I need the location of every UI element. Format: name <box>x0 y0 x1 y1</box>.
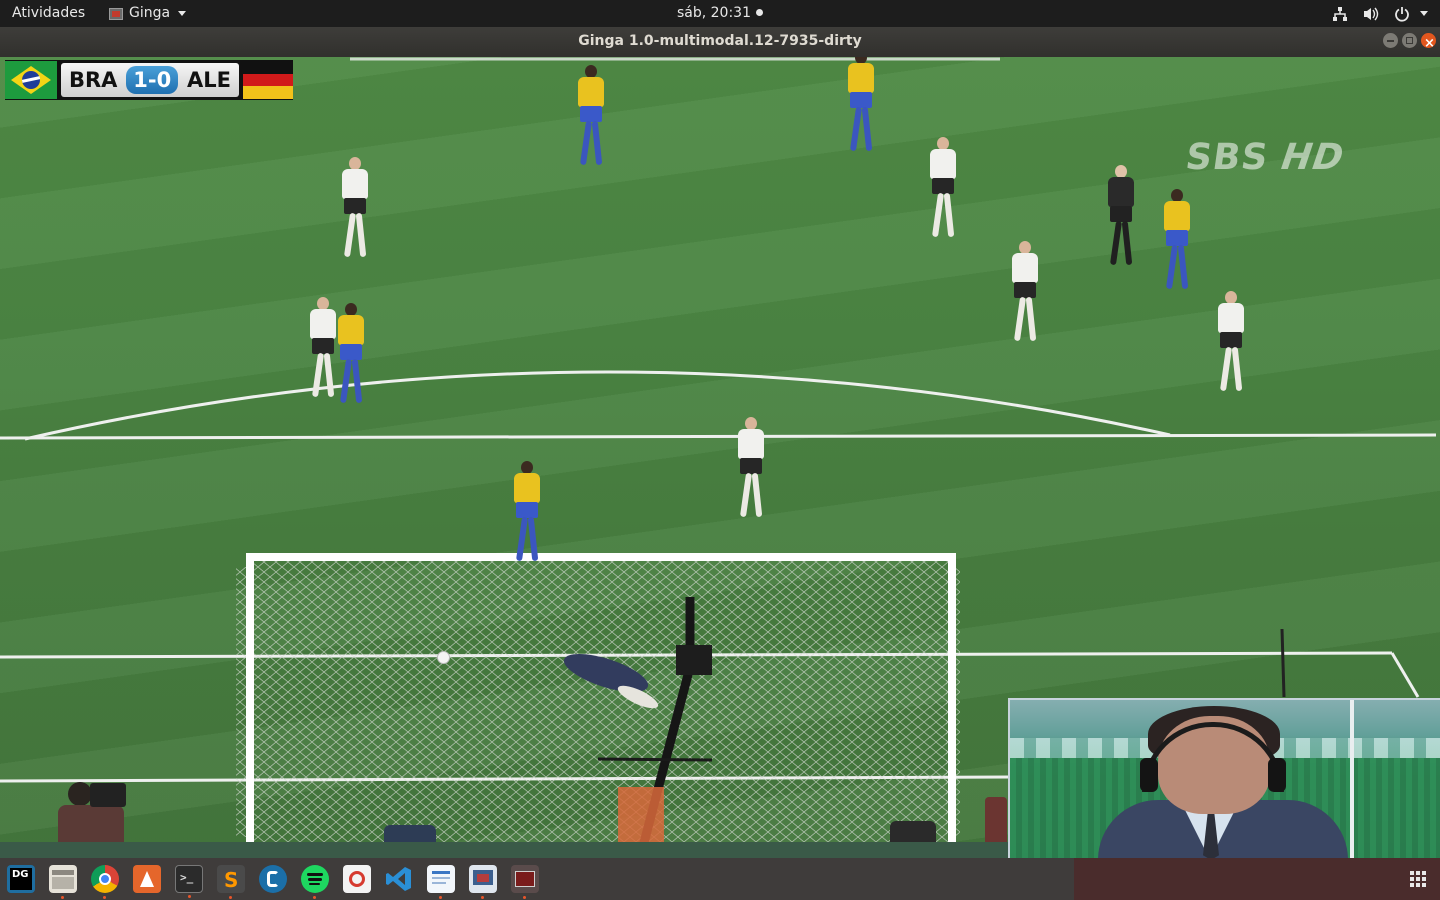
datagrip-icon[interactable]: DG <box>7 865 35 893</box>
home-team: BRA <box>69 68 118 92</box>
player-germany <box>926 137 960 247</box>
dock: DG >_ S <box>0 858 1440 900</box>
ginga-icon[interactable] <box>504 861 544 899</box>
player-germany <box>306 297 340 407</box>
chrome-icon[interactable] <box>91 865 119 899</box>
clock-button[interactable]: sáb, 20:31 <box>677 5 763 21</box>
chevron-down-icon <box>1420 11 1428 16</box>
software-center-icon[interactable] <box>133 865 161 893</box>
pdf-viewer-icon[interactable] <box>343 865 371 893</box>
maximize-button[interactable] <box>1402 33 1417 48</box>
screenshot-icon[interactable] <box>469 865 497 899</box>
spotify-icon[interactable] <box>301 865 329 899</box>
window-controls <box>1383 30 1436 58</box>
network-icon[interactable] <box>1332 6 1348 22</box>
germany-flag-icon <box>243 61 293 100</box>
files-icon[interactable] <box>49 865 77 899</box>
app-menu[interactable]: Ginga <box>109 0 187 27</box>
volume-icon[interactable] <box>1362 6 1380 22</box>
player-germany <box>1008 241 1042 351</box>
match-result: 1-0 <box>126 66 179 94</box>
terminal-icon[interactable]: >_ <box>175 865 203 898</box>
player-germany <box>338 157 372 267</box>
app-menu-label: Ginga <box>129 5 171 21</box>
vscode-icon[interactable] <box>385 865 413 893</box>
clock-area: sáb, 20:31 <box>0 0 1440 27</box>
sublime-icon[interactable]: S <box>217 865 245 899</box>
player-brazil <box>844 57 878 161</box>
window-titlebar[interactable]: Ginga 1.0-multimodal.12-7935-dirty <box>0 27 1440 58</box>
brazil-flag-icon <box>5 61 57 99</box>
referee <box>1104 165 1138 275</box>
player-brazil <box>574 65 608 175</box>
window-title: Ginga 1.0-multimodal.12-7935-dirty <box>578 33 862 49</box>
away-team: ALE <box>187 68 231 92</box>
scoreboard: BRA 1-0 ALE <box>5 60 293 100</box>
activities-button[interactable]: Atividades <box>12 0 85 27</box>
video-frame[interactable]: SBS HD BRA 1-0 ALE <box>0 57 1440 858</box>
player-germany <box>1214 291 1248 401</box>
remmina-icon[interactable] <box>259 865 287 893</box>
chevron-down-icon <box>178 11 187 16</box>
top-bar: Atividades Ginga sáb, 20:31 <box>0 0 1440 27</box>
player-brazil <box>1160 189 1194 299</box>
show-applications-icon[interactable] <box>1410 871 1426 887</box>
clock-text: sáb, 20:31 <box>676 5 751 21</box>
notification-dot-icon <box>756 9 763 16</box>
dock-empty-area <box>1074 858 1440 900</box>
player-germany <box>734 417 768 527</box>
football <box>437 651 450 664</box>
scoreboard-score: BRA 1-0 ALE <box>61 63 239 97</box>
minimize-button[interactable] <box>1383 33 1398 48</box>
ginga-app-icon <box>109 7 123 20</box>
dock-launcher: DG >_ S <box>0 858 1074 900</box>
broadcaster-watermark: SBS HD <box>1183 137 1347 178</box>
commentator-video-inset[interactable] <box>1008 698 1440 858</box>
power-icon[interactable] <box>1394 6 1428 22</box>
system-tray[interactable] <box>1332 0 1428 27</box>
player-brazil-shooter <box>510 461 544 571</box>
close-button[interactable] <box>1421 30 1436 58</box>
text-editor-icon[interactable] <box>427 865 455 899</box>
